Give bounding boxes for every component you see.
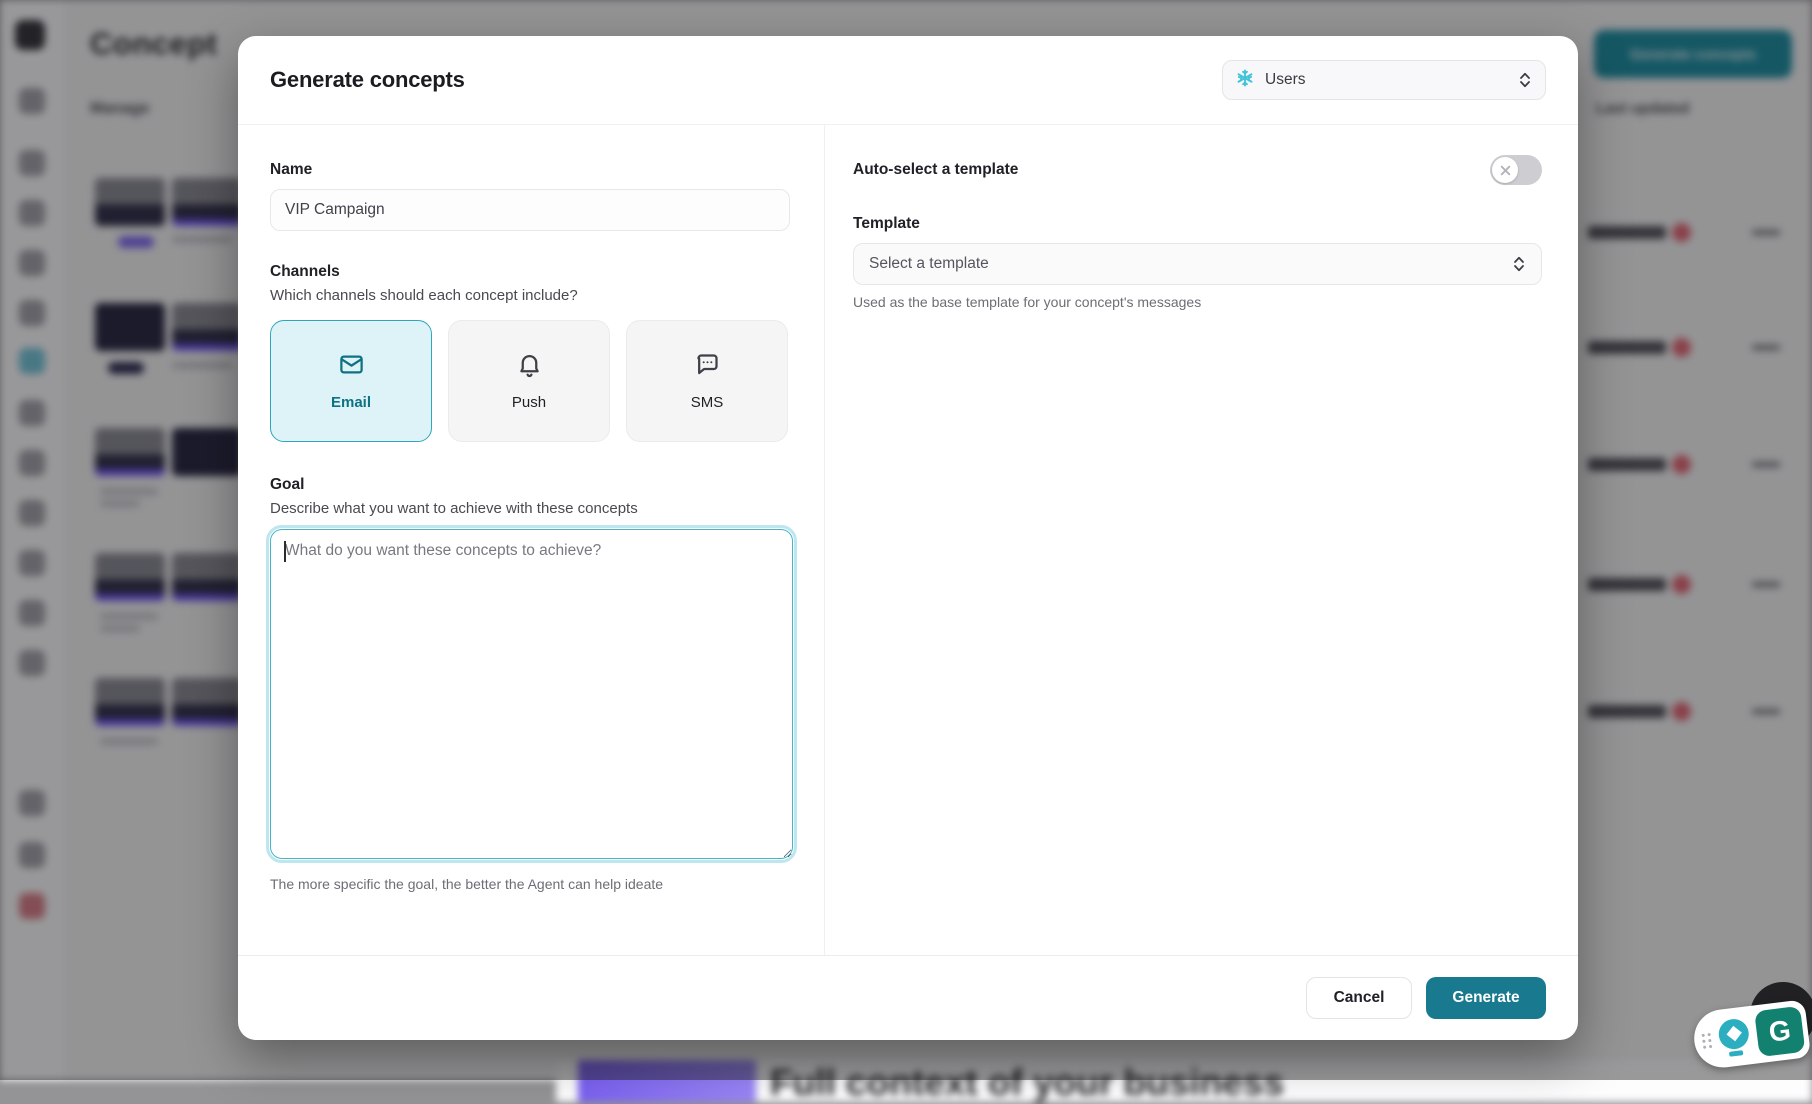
template-select-value: Select a template <box>869 255 989 273</box>
template-label: Template <box>853 215 1542 233</box>
channel-card-label: SMS <box>691 394 724 411</box>
toggle-knob <box>1492 157 1518 183</box>
drag-handle-dots-icon[interactable] <box>1701 1032 1712 1048</box>
goal-section: Goal Describe what you want to achieve w… <box>270 476 789 892</box>
x-icon <box>1499 164 1512 177</box>
name-label: Name <box>270 161 789 179</box>
snowflake-icon <box>1236 69 1254 92</box>
modal-footer: Cancel Generate <box>238 955 1578 1039</box>
modal-title: Generate concepts <box>270 67 465 93</box>
goal-helper-text: The more specific the goal, the better t… <box>270 876 789 892</box>
sms-bubble-icon <box>694 351 721 383</box>
grammarly-logo-icon[interactable]: G <box>1754 1006 1805 1057</box>
lightbulb-icon[interactable] <box>1714 1017 1754 1058</box>
auto-select-toggle[interactable] <box>1490 155 1542 185</box>
generate-concepts-modal: Generate concepts Users Name Channels <box>238 36 1578 1040</box>
auto-select-label: Auto-select a template <box>853 161 1018 179</box>
bell-icon <box>516 351 543 383</box>
channel-card-label: Email <box>331 394 371 411</box>
auto-select-row: Auto-select a template <box>853 155 1542 185</box>
channels-label: Channels <box>270 263 789 281</box>
email-icon <box>338 351 365 383</box>
template-helper-text: Used as the base template for your conce… <box>853 294 1542 310</box>
template-select[interactable]: Select a template <box>853 243 1542 285</box>
goal-label: Goal <box>270 476 789 494</box>
channel-card-push[interactable]: Push <box>448 320 610 442</box>
channel-card-label: Push <box>512 394 546 411</box>
name-input[interactable] <box>270 189 790 231</box>
modal-left-pane: Name Channels Which channels should each… <box>238 125 825 955</box>
channels-question: Which channels should each concept inclu… <box>270 287 789 304</box>
modal-body: Name Channels Which channels should each… <box>238 125 1578 955</box>
cancel-button[interactable]: Cancel <box>1306 977 1412 1019</box>
channel-card-email[interactable]: Email <box>270 320 432 442</box>
audience-select[interactable]: Users <box>1222 60 1546 100</box>
modal-right-pane: Auto-select a template Template Select a… <box>825 125 1578 955</box>
modal-header: Generate concepts Users <box>238 36 1578 125</box>
goal-description: Describe what you want to achieve with t… <box>270 500 789 517</box>
chevron-up-down-icon <box>1518 70 1532 90</box>
channel-card-sms[interactable]: SMS <box>626 320 788 442</box>
chevron-up-down-icon <box>1512 254 1526 274</box>
text-caret <box>284 541 286 562</box>
channel-cards: Email Push <box>270 320 789 442</box>
generate-button[interactable]: Generate <box>1426 977 1546 1019</box>
channels-section: Channels Which channels should each conc… <box>270 263 789 442</box>
goal-textarea[interactable] <box>270 529 793 859</box>
audience-select-value: Users <box>1265 71 1305 89</box>
